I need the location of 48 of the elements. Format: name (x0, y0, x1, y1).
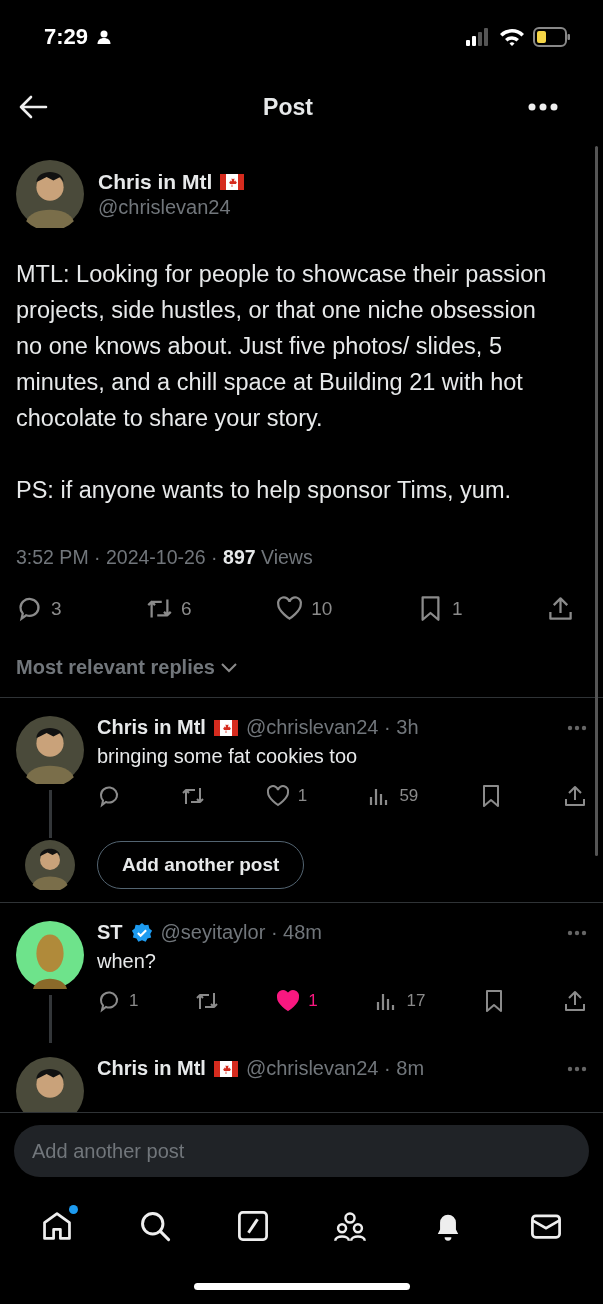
back-arrow-icon[interactable] (18, 95, 48, 119)
chevron-down-icon[interactable] (220, 662, 237, 673)
action-count: 3 (51, 597, 62, 620)
add-post-button[interactable]: Add another post (97, 841, 305, 889)
avatar[interactable] (16, 716, 84, 784)
action-count: 1 (308, 991, 318, 1011)
action-count: 1 (451, 597, 463, 620)
author-name[interactable]: Chris in Mtl (98, 169, 213, 194)
heart-icon[interactable] (265, 784, 290, 808)
reply-icon[interactable] (16, 595, 43, 622)
reply-input-field[interactable]: Add another post (14, 1125, 589, 1177)
signal-icon (465, 28, 491, 46)
status-time: 7:29 (44, 24, 89, 50)
reply-handle[interactable]: @seyitaylor · 48m (160, 921, 323, 944)
battery-icon (533, 27, 571, 47)
slash-square-icon[interactable] (235, 1209, 270, 1243)
people-icon[interactable] (333, 1209, 368, 1243)
reply-text: bringing some fat cookies too (97, 745, 359, 768)
reply-handle[interactable]: @chrislevan24 · 3h (245, 716, 419, 739)
share-icon[interactable] (562, 784, 587, 808)
action-count: 1 (297, 786, 308, 806)
reply-icon[interactable] (97, 784, 121, 808)
wifi-icon (499, 27, 525, 47)
share-icon[interactable] (563, 989, 587, 1013)
avatar[interactable] (16, 160, 84, 228)
reply-author-name[interactable]: ST (97, 921, 123, 944)
reply-icon[interactable] (97, 989, 121, 1013)
post-text: PS: if anyone wants to help sponsor Tims, yum. (16, 476, 513, 505)
action-count: 17 (406, 991, 426, 1011)
action-count: 6 (181, 597, 192, 620)
reply-author-name[interactable]: Chris in Mtl (97, 1057, 206, 1080)
action-count: 59 (399, 786, 419, 806)
heart-icon[interactable] (276, 989, 301, 1013)
action-count: 10 (311, 597, 333, 620)
heart-icon[interactable] (276, 595, 304, 622)
action-count: 1 (129, 991, 139, 1011)
reply-author-name[interactable]: Chris in Mtl (97, 716, 206, 739)
person-icon (96, 29, 113, 45)
avatar[interactable] (16, 921, 84, 989)
reply-handle[interactable]: @chrislevan24 · 8m (245, 1057, 425, 1080)
share-icon[interactable] (547, 595, 574, 622)
page-title: Post (263, 93, 313, 121)
post-text: MTL: Looking for people to showcase their passion projects, side hustles, or that one niche obsession no one knows about. Just five photos/ slides, 5 minutes, and a chill space at Building 21 with hot chocolate to share your story. (16, 260, 548, 433)
post-meta: 3:52 PM · 2024-10-26 · 897 Views (16, 546, 314, 569)
author-handle[interactable]: @chrislevan24 (98, 195, 245, 219)
reply-text: when? (97, 950, 157, 973)
more-options-icon[interactable] (528, 103, 558, 111)
sort-label[interactable]: Most relevant replies (16, 656, 215, 679)
